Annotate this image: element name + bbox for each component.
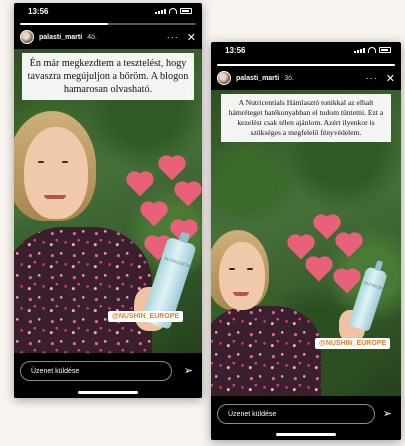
send-icon[interactable]: ➢ <box>383 407 392 420</box>
story-content[interactable]: NUTRICENTIALS Én már megkezdtem a teszte… <box>14 49 202 353</box>
status-icons <box>155 8 192 14</box>
avatar[interactable] <box>217 71 231 85</box>
avatar[interactable] <box>20 30 34 44</box>
wifi-icon <box>368 47 376 53</box>
story-caption: A Nutricentials Hámlasztó tonikkal az el… <box>221 94 391 142</box>
close-icon[interactable]: ✕ <box>386 72 395 85</box>
signal-icon <box>155 9 166 14</box>
story-header: palasti_marti 3ó. ··· ✕ <box>217 69 395 87</box>
username[interactable]: palasti_marti <box>39 34 82 41</box>
story-content[interactable]: NUTRICENTIALS A Nutricentials Hámlasztó … <box>211 90 401 396</box>
send-icon[interactable]: ➢ <box>184 364 193 377</box>
battery-icon <box>379 47 391 53</box>
story-screenshot-1: 13:56 palasti_marti 4ó. ··· ✕ NUTRICENTI… <box>14 3 202 398</box>
signal-icon <box>354 48 365 53</box>
home-indicator[interactable] <box>78 391 138 394</box>
story-progress-fill <box>217 64 395 66</box>
time-ago: 3ó. <box>284 74 294 82</box>
wifi-icon <box>169 8 177 14</box>
status-bar: 13:56 <box>14 3 202 21</box>
close-icon[interactable]: ✕ <box>187 31 196 44</box>
story-progress-fill <box>20 23 108 25</box>
status-icons <box>354 47 391 53</box>
story-progress-bar <box>20 23 196 25</box>
home-indicator[interactable] <box>276 433 336 436</box>
story-caption: Én már megkezdtem a tesztelést, hogy tav… <box>22 53 194 100</box>
story-progress-bar <box>217 64 395 66</box>
story-header: palasti_marti 4ó. ··· ✕ <box>20 28 196 46</box>
story-footer: Üzenet küldése ➢ <box>14 353 202 398</box>
battery-icon <box>180 8 192 14</box>
story-screenshot-2: 13:56 palasti_marti 3ó. ··· ✕ NUTRICENTI… <box>211 42 401 440</box>
message-input[interactable]: Üzenet küldése <box>20 361 172 381</box>
mention-sticker[interactable]: @NUSHIN_EUROPE <box>108 311 184 322</box>
username[interactable]: palasti_marti <box>236 75 279 82</box>
product-bottle: NUTRICENTIALS <box>347 266 395 332</box>
more-icon[interactable]: ··· <box>366 73 378 83</box>
mention-sticker[interactable]: @NUSHIN_EUROPE <box>315 338 391 349</box>
more-icon[interactable]: ··· <box>167 32 179 42</box>
status-time: 13:56 <box>225 46 246 55</box>
status-bar: 13:56 <box>211 42 401 60</box>
story-footer: Üzenet küldése ➢ <box>211 396 401 440</box>
status-time: 13:56 <box>28 7 49 16</box>
time-ago: 4ó. <box>87 33 97 41</box>
message-input[interactable]: Üzenet küldése <box>217 404 375 424</box>
